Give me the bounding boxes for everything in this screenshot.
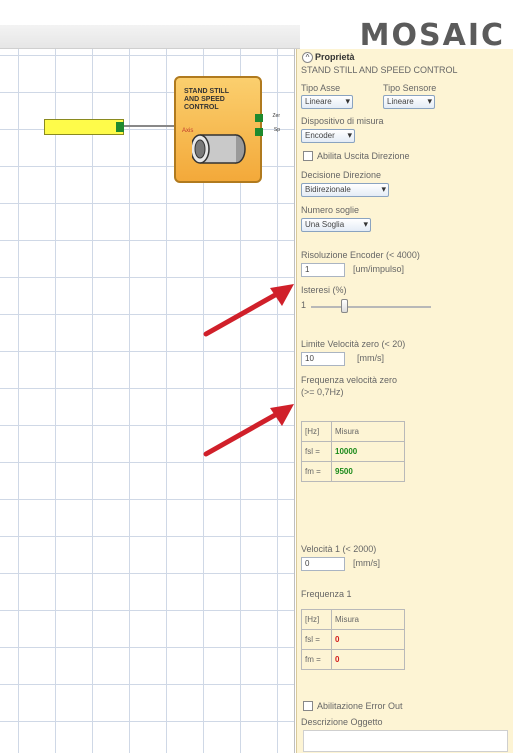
tipo-asse-label: Tipo Asse xyxy=(301,83,341,93)
tipo-asse-dropdown[interactable]: Lineare xyxy=(301,95,353,109)
function-block-title: STAND STILL AND SPEED CONTROL xyxy=(184,88,229,111)
limite-velocita-label: Limite Velocità zero (< 20) xyxy=(301,339,406,349)
properties-panel: ^ Proprietà STAND STILL AND SPEED CONTRO… xyxy=(296,49,513,753)
velocita1-input[interactable]: 0 xyxy=(301,557,345,571)
freq1-label: Frequenza 1 xyxy=(301,589,352,599)
annotation-arrow-2-icon xyxy=(203,404,294,457)
table-header-cell: Misura xyxy=(331,421,405,442)
input-block[interactable] xyxy=(44,119,124,135)
input-block-output-port[interactable] xyxy=(116,122,124,132)
annotation-arrow-1-icon xyxy=(203,284,294,337)
limite-velocita-unit: [mm/s] xyxy=(357,353,384,363)
app-logo: MOSAIC xyxy=(359,18,505,53)
table-row-value: 10000 xyxy=(331,441,405,462)
isteresi-slider-thumb[interactable] xyxy=(341,299,348,313)
isteresi-label: Isteresi (%) xyxy=(301,285,347,295)
output-pin-label-2: Sp xyxy=(273,127,280,133)
numero-soglie-label: Numero soglie xyxy=(301,205,360,215)
descrizione-label: Descrizione Oggetto xyxy=(301,717,383,727)
function-block-output-port-1[interactable] xyxy=(255,114,263,122)
properties-header: Proprietà xyxy=(315,52,355,62)
freq-zero-table: [Hz] Misura fsl = 10000 fm = 9500 xyxy=(301,421,405,482)
table-row-label: fsl = xyxy=(301,629,332,650)
table-header-cell: [Hz] xyxy=(301,421,332,442)
velocita1-label: Velocità 1 (< 2000) xyxy=(301,544,377,554)
tipo-sensore-dropdown[interactable]: Lineare xyxy=(383,95,435,109)
freq-zero-sub: (>= 0,7Hz) xyxy=(301,387,344,397)
canvas-tab-strip xyxy=(0,25,300,49)
table-header-cell: Misura xyxy=(331,609,405,630)
decisione-dropdown[interactable]: Bidirezionale xyxy=(301,183,389,197)
function-block-standstill[interactable]: STAND STILL AND SPEED CONTROL Axis Zer S… xyxy=(174,76,280,183)
risoluzione-input[interactable]: 1 xyxy=(301,263,345,277)
table-row-label: fm = xyxy=(301,649,332,670)
tipo-sensore-label: Tipo Sensore xyxy=(383,83,437,93)
block-name: STAND STILL AND SPEED CONTROL xyxy=(301,65,458,75)
freq1-table: [Hz] Misura fsl = 0 fm = 0 xyxy=(301,609,405,670)
risoluzione-unit: [um/impulso] xyxy=(353,264,405,274)
descrizione-input[interactable] xyxy=(303,730,508,752)
table-row: fm = 0 xyxy=(301,649,405,670)
table-row-value: 9500 xyxy=(331,461,405,482)
numero-soglie-dropdown[interactable]: Una Soglia xyxy=(301,218,371,232)
table-row-label: fm = xyxy=(301,461,332,482)
error-out-label: Abilitazione Error Out xyxy=(317,701,403,711)
table-row-value: 0 xyxy=(331,629,405,650)
output-pin-label-1: Zer xyxy=(272,113,281,119)
isteresi-slider-track[interactable] xyxy=(311,306,431,308)
limite-velocita-input[interactable]: 10 xyxy=(301,352,345,366)
abilita-uscita-checkbox[interactable] xyxy=(303,151,313,161)
table-row: fsl = 10000 xyxy=(301,441,405,462)
function-block-output-port-2[interactable] xyxy=(255,128,263,136)
table-header-cell: [Hz] xyxy=(301,609,332,630)
decisione-label: Decisione Direzione xyxy=(301,170,382,180)
table-row: fm = 9500 xyxy=(301,461,405,482)
dispositivo-dropdown[interactable]: Encoder xyxy=(301,129,355,143)
isteresi-value: 1 xyxy=(301,300,307,310)
velocita1-unit: [mm/s] xyxy=(353,558,380,568)
table-row-value: 0 xyxy=(331,649,405,670)
connection-wire[interactable] xyxy=(124,125,174,127)
collapse-icon[interactable]: ^ xyxy=(302,52,313,63)
table-row-label: fsl = xyxy=(301,441,332,462)
risoluzione-label: Risoluzione Encoder (< 4000) xyxy=(301,250,420,260)
table-row: fsl = 0 xyxy=(301,629,405,650)
dispositivo-label: Dispositivo di misura xyxy=(301,116,384,126)
freq-zero-label: Frequenza velocità zero xyxy=(301,375,398,385)
error-out-checkbox[interactable] xyxy=(303,701,313,711)
encoder-cylinder-icon xyxy=(192,134,246,164)
abilita-uscita-label: Abilita Uscita Direzione xyxy=(317,151,410,161)
